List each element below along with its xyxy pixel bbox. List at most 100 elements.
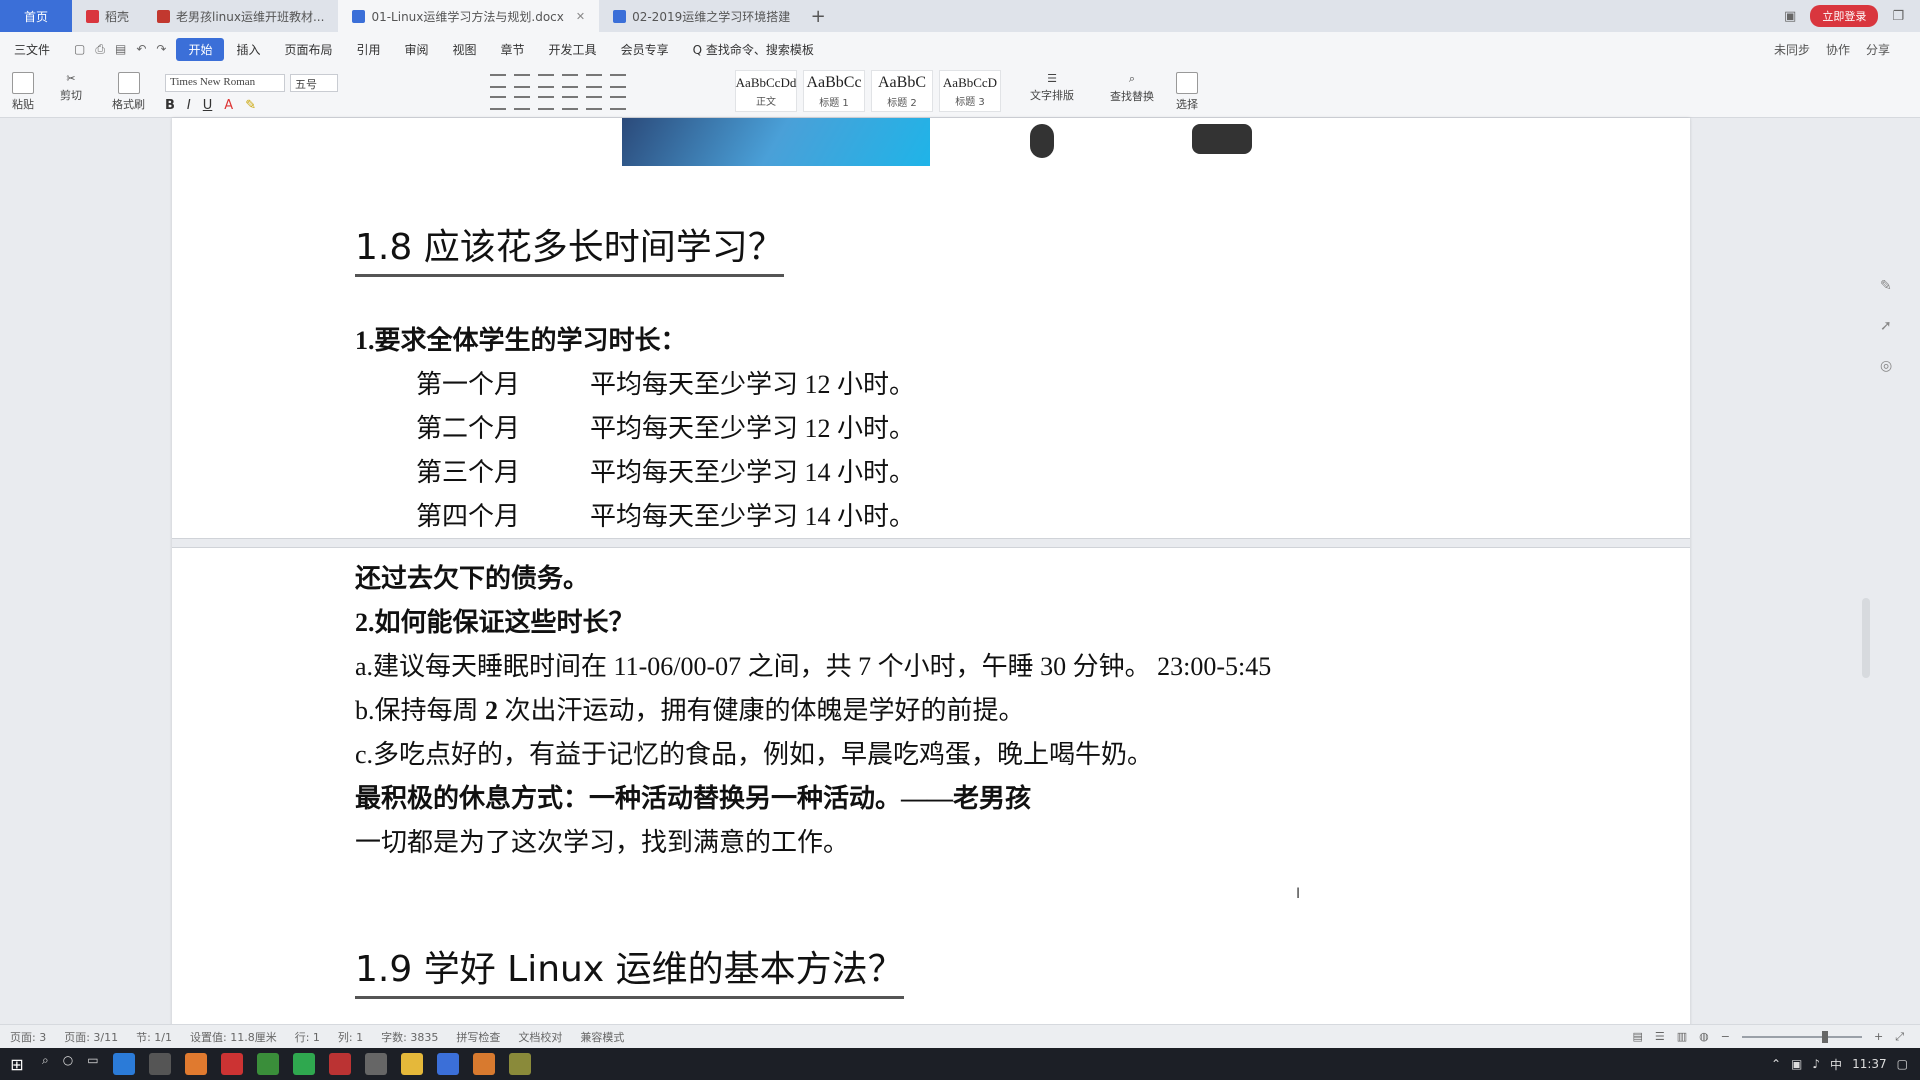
app-icon[interactable]	[184, 1053, 207, 1075]
app-icon[interactable]	[112, 1053, 135, 1075]
ime-indicator[interactable]: 中	[1830, 1056, 1842, 1073]
cut-button[interactable]: ✂ 剪切	[60, 72, 82, 103]
menu-page-layout[interactable]: 页面布局	[272, 38, 344, 61]
style-heading-3[interactable]: AaBbCcD 标题 3	[939, 70, 1001, 112]
zoom-slider-knob[interactable]	[1821, 1030, 1828, 1043]
highlight-icon[interactable]: ✎	[245, 98, 256, 113]
edit-pen-icon[interactable]: ✎	[1880, 278, 1892, 294]
style-normal[interactable]: AaBbCcDd 正文	[735, 70, 797, 112]
menu-review[interactable]: 审阅	[393, 38, 441, 61]
task-view-icon[interactable]: ▭	[87, 1053, 98, 1075]
font-name-select[interactable]: Times New Roman	[165, 74, 285, 92]
fullscreen-icon[interactable]: ⤢	[1895, 1030, 1904, 1044]
outline-view-icon[interactable]: ☰	[1655, 1030, 1665, 1043]
windows-start-icon[interactable]: ⊞	[0, 1048, 34, 1080]
web-view-icon[interactable]: ◍	[1699, 1030, 1709, 1043]
collaborate-button[interactable]: 协作	[1826, 41, 1850, 58]
share-button[interactable]: 分享	[1866, 41, 1890, 58]
menu-chapter[interactable]: 章节	[489, 38, 537, 61]
menu-developer[interactable]: 开发工具	[537, 38, 609, 61]
file-menu[interactable]: 三文件	[0, 41, 64, 58]
tab-docer[interactable]: 稻壳	[72, 0, 143, 32]
app-icon[interactable]	[220, 1053, 243, 1075]
text-layout-button[interactable]: ☰ 文字排版	[1030, 72, 1074, 103]
font-size-select[interactable]: 五号	[290, 74, 338, 92]
app-icon[interactable]	[148, 1053, 171, 1075]
wechat-icon[interactable]	[292, 1053, 315, 1075]
zoom-slider[interactable]	[1741, 1030, 1862, 1043]
notification-icon[interactable]: ▢	[1897, 1057, 1908, 1071]
underline-button[interactable]: U	[203, 98, 213, 113]
redo-icon[interactable]: ↷	[156, 42, 166, 57]
menu-view[interactable]: 视图	[441, 38, 489, 61]
indent-increase-icon[interactable]	[562, 74, 578, 88]
tab-current-document[interactable]: 01-Linux运维学习方法与规划.docx ✕	[338, 0, 600, 32]
restore-icon[interactable]: ❐	[1892, 9, 1904, 24]
menu-member[interactable]: 会员专享	[609, 38, 681, 61]
menu-references[interactable]: 引用	[344, 38, 392, 61]
font-color-icon[interactable]: A	[224, 98, 233, 113]
italic-button[interactable]: I	[187, 98, 191, 113]
search-icon[interactable]: ⌕	[42, 1053, 49, 1075]
line-spacing-icon[interactable]	[610, 74, 626, 88]
numbered-list-icon[interactable]	[514, 74, 530, 88]
clock[interactable]: 11:37	[1852, 1057, 1887, 1071]
folder-icon[interactable]	[400, 1053, 423, 1075]
print-icon[interactable]: ⎙	[95, 42, 105, 57]
border-icon[interactable]	[610, 96, 626, 110]
app-icon[interactable]	[364, 1053, 387, 1075]
spell-check-button[interactable]: 拼写检查	[456, 1029, 500, 1045]
find-replace-button[interactable]: ⌕ 查找替换	[1110, 72, 1154, 104]
paste-button[interactable]: 粘贴	[12, 72, 34, 112]
tab-home-label: 首页	[23, 9, 48, 24]
justify-icon[interactable]	[562, 96, 578, 110]
login-button[interactable]: 立即登录	[1810, 5, 1879, 27]
zoom-out-icon[interactable]: −	[1721, 1030, 1730, 1043]
indent-decrease-icon[interactable]	[538, 74, 554, 88]
wps-writer-icon[interactable]	[436, 1053, 459, 1075]
distribute-icon[interactable]	[586, 96, 602, 110]
sync-status[interactable]: 未同步	[1774, 41, 1810, 58]
bold-button[interactable]: B	[165, 98, 175, 113]
style-heading-2[interactable]: AaBbC 标题 2	[871, 70, 933, 112]
command-search[interactable]: Q 查找命令、搜索模板	[681, 38, 826, 61]
read-view-icon[interactable]: ▥	[1677, 1030, 1687, 1043]
document-page[interactable]: 1.8 应该花多长时间学习？ 1.要求全体学生的学习时长： 第一个月 平均每天至…	[172, 118, 1690, 1080]
app-icon[interactable]	[472, 1053, 495, 1075]
schedule-desc: 平均每天至少学习 14 小时。	[590, 458, 916, 487]
brush-icon	[117, 72, 140, 94]
app-icon[interactable]	[328, 1053, 351, 1075]
settings-circle-icon[interactable]: ◎	[1880, 358, 1892, 374]
app-icon[interactable]	[256, 1053, 279, 1075]
align-left-icon[interactable]	[490, 96, 506, 110]
sort-icon[interactable]	[586, 74, 602, 88]
select-button[interactable]: 选择	[1176, 72, 1198, 112]
tray-arrow-icon[interactable]: ⌃	[1771, 1057, 1781, 1071]
save-icon[interactable]: ▢	[74, 42, 85, 57]
align-center-icon[interactable]	[514, 96, 530, 110]
menu-insert[interactable]: 插入	[224, 38, 272, 61]
align-right-icon[interactable]	[538, 96, 554, 110]
undo-icon[interactable]: ↶	[136, 42, 146, 57]
proofread-button[interactable]: 文档校对	[518, 1029, 562, 1045]
bullet-list-icon[interactable]	[490, 74, 506, 88]
zoom-in-icon[interactable]: +	[1874, 1030, 1883, 1043]
tab-environment-doc[interactable]: 02-2019运维之学习环境搭建	[599, 0, 804, 32]
app-icon[interactable]	[508, 1053, 531, 1075]
pointer-icon[interactable]: ➚	[1880, 318, 1892, 334]
tab-home[interactable]: 首页	[0, 0, 72, 32]
close-tab-icon[interactable]: ✕	[576, 10, 585, 23]
menu-start[interactable]: 开始	[176, 37, 225, 61]
cortana-icon[interactable]: ○	[63, 1053, 73, 1075]
volume-icon[interactable]: ♪	[1812, 1057, 1820, 1071]
style-heading-1[interactable]: AaBbCc 标题 1	[803, 70, 865, 112]
vertical-scrollbar[interactable]	[1862, 598, 1870, 678]
network-icon[interactable]: ▣	[1791, 1057, 1802, 1071]
page-view-icon[interactable]: ▤	[1632, 1030, 1642, 1043]
tab-pdf-material[interactable]: 老男孩linux运维开班教材...	[143, 0, 338, 32]
new-tab-button[interactable]: +	[804, 0, 832, 32]
format-painter-button[interactable]: 格式刷	[112, 72, 145, 112]
tab-list-icon[interactable]: ▣	[1784, 9, 1796, 24]
export-icon[interactable]: ▤	[115, 42, 126, 57]
status-word-count[interactable]: 字数: 3835	[381, 1029, 438, 1045]
